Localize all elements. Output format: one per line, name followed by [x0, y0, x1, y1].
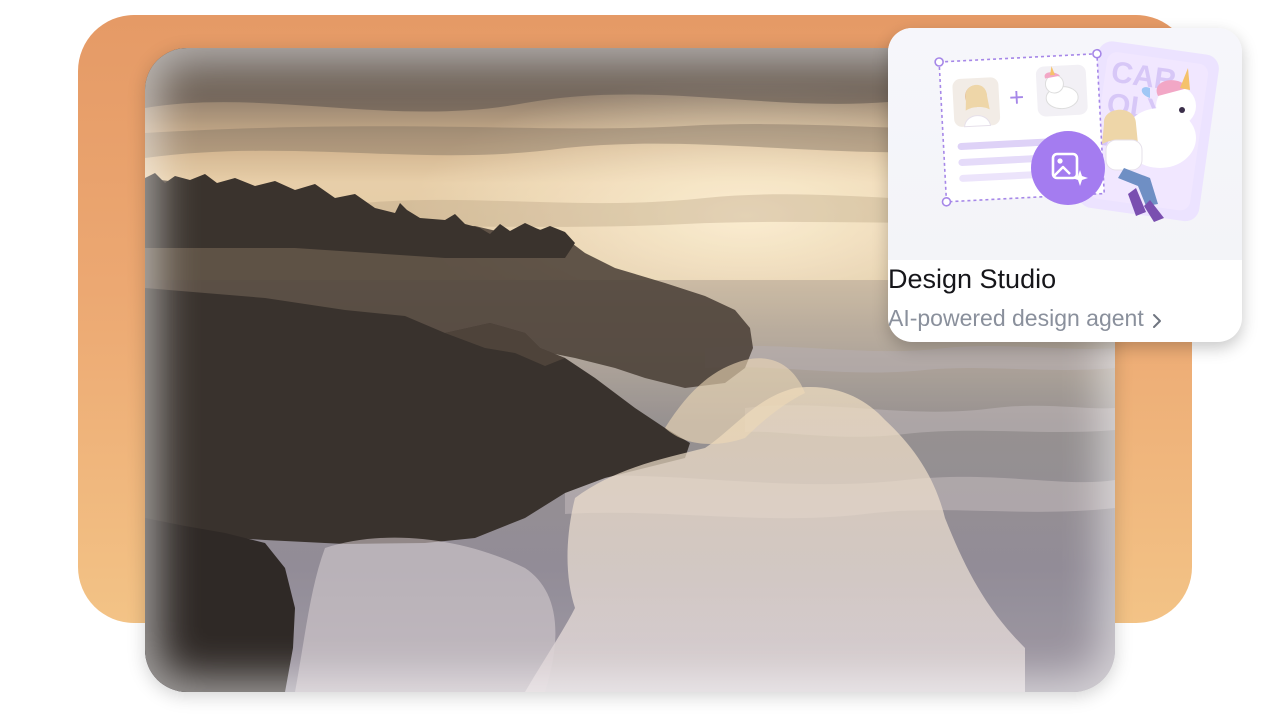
card-subtitle-link[interactable]: AI-powered design agent — [888, 299, 1162, 337]
design-studio-artwork: CAR OLY AND + — [888, 28, 1242, 260]
artwork-illustration: CAR OLY AND + — [934, 41, 1219, 222]
card-title: Design Studio — [888, 264, 1057, 294]
svg-text:+: + — [1008, 82, 1025, 113]
design-studio-card[interactable]: CAR OLY AND + — [888, 28, 1242, 342]
image-sparkle-icon — [1031, 131, 1105, 205]
chevron-right-icon — [1152, 305, 1162, 337]
promo-stage: CAR OLY AND + — [0, 0, 1280, 720]
card-subtitle: AI-powered design agent — [888, 305, 1144, 331]
